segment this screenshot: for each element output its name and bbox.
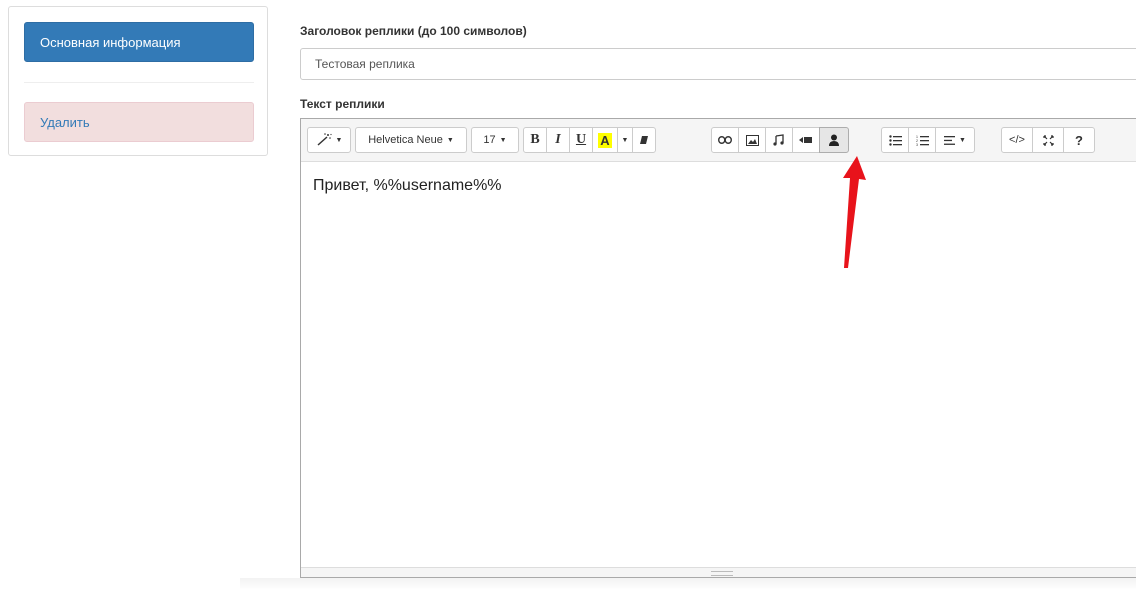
italic-button[interactable]: I xyxy=(546,127,570,153)
insert-username-button[interactable] xyxy=(819,127,849,153)
font-size-value: 17 xyxy=(483,134,496,146)
editor-toolbar: ▼ Helvetica Neue ▼ 17 ▼ B I U A ▼ 1 2 3 … xyxy=(301,119,1136,162)
magic-wand-icon xyxy=(317,133,332,146)
help-icon: ? xyxy=(1075,132,1083,148)
title-label: Заголовок реплики (до 100 символов) xyxy=(300,24,527,38)
code-view-button[interactable]: </> xyxy=(1001,127,1033,153)
chevron-down-icon: ▼ xyxy=(621,136,629,144)
code-icon: </> xyxy=(1009,134,1025,146)
image-icon xyxy=(745,134,759,146)
link-button[interactable] xyxy=(711,127,739,153)
link-icon xyxy=(718,136,732,144)
image-button[interactable] xyxy=(738,127,766,153)
chevron-down-icon: ▼ xyxy=(959,136,966,144)
sidebar-panel: Основная информация Удалить xyxy=(8,6,268,156)
video-icon xyxy=(799,137,812,143)
bold-button[interactable]: B xyxy=(523,127,547,153)
svg-text:3: 3 xyxy=(916,143,918,146)
eraser-icon xyxy=(640,136,648,144)
font-family-dropdown[interactable]: Helvetica Neue ▼ xyxy=(355,127,467,153)
editor-content[interactable]: Привет, %%username%% xyxy=(313,177,502,195)
numbered-list-icon: 1 2 3 xyxy=(916,135,929,146)
color-dropdown-toggle[interactable]: ▼ xyxy=(617,127,633,153)
editor-resize-bar[interactable] xyxy=(301,567,1136,577)
align-dropdown-button[interactable]: ▼ xyxy=(935,127,975,153)
align-left-icon xyxy=(944,135,956,145)
text-label: Текст реплики xyxy=(300,97,385,111)
bullet-list-icon xyxy=(888,134,902,146)
video-button[interactable] xyxy=(792,127,820,153)
clear-format-button[interactable] xyxy=(632,127,656,153)
sidebar-divider xyxy=(24,82,254,83)
bullet-list-button[interactable] xyxy=(881,127,909,153)
numbered-list-button[interactable]: 1 2 3 xyxy=(908,127,936,153)
bold-icon: B xyxy=(530,132,540,147)
chevron-down-icon: ▼ xyxy=(499,136,507,144)
underline-icon: U xyxy=(575,132,587,147)
help-button[interactable]: ? xyxy=(1063,127,1095,153)
music-icon xyxy=(773,134,784,146)
delete-button[interactable]: Удалить xyxy=(24,102,254,142)
fullscreen-icon xyxy=(1042,134,1054,146)
editor-shadow xyxy=(240,578,1136,590)
resize-grip-icon xyxy=(711,571,733,576)
audio-button[interactable] xyxy=(765,127,793,153)
font-size-dropdown[interactable]: 17 ▼ xyxy=(471,127,519,153)
chevron-down-icon: ▼ xyxy=(446,136,454,144)
text-color-icon: A xyxy=(598,132,612,148)
chevron-down-icon: ▼ xyxy=(335,136,343,144)
fullscreen-button[interactable] xyxy=(1032,127,1064,153)
font-family-value: Helvetica Neue xyxy=(368,134,443,146)
main-info-button[interactable]: Основная информация xyxy=(24,22,254,62)
rich-text-editor: ▼ Helvetica Neue ▼ 17 ▼ B I U A ▼ 1 2 3 … xyxy=(300,118,1136,578)
style-dropdown-button[interactable]: ▼ xyxy=(307,127,351,153)
italic-icon: I xyxy=(555,132,561,147)
underline-button[interactable]: U xyxy=(569,127,593,153)
user-icon xyxy=(829,134,839,146)
title-input[interactable] xyxy=(300,48,1136,80)
text-color-button[interactable]: A xyxy=(592,127,618,153)
